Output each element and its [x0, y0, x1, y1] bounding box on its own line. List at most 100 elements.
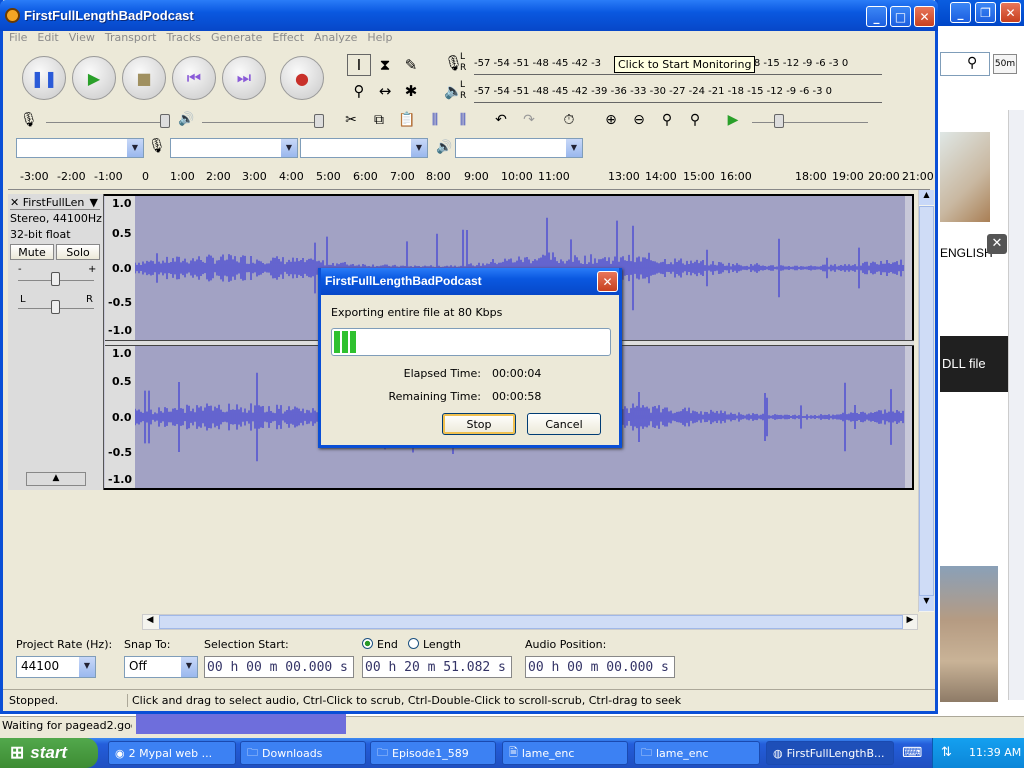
browser-minimize-button[interactable]: _: [950, 2, 971, 23]
input-volume-thumb[interactable]: [160, 114, 170, 128]
menu-tracks[interactable]: Tracks: [166, 31, 201, 44]
horizontal-scroll-thumb[interactable]: [159, 615, 903, 629]
search-icon[interactable]: ⚲: [967, 55, 977, 71]
collapse-track-button[interactable]: ▲: [26, 472, 86, 486]
chevron-down-icon[interactable]: ▼: [411, 139, 427, 157]
cancel-button[interactable]: Cancel: [527, 413, 601, 435]
envelope-tool[interactable]: ⧗: [373, 54, 397, 76]
menu-analyze[interactable]: Analyze: [314, 31, 357, 44]
close-icon[interactable]: ✕: [987, 234, 1007, 254]
minimize-button[interactable]: _: [866, 6, 887, 27]
task-lame-enc-1[interactable]: 🗎 lame_enc: [502, 741, 628, 765]
task-downloads[interactable]: 🗀 Downloads: [240, 741, 366, 765]
chevron-down-icon[interactable]: ▼: [281, 139, 297, 157]
scroll-right-icon[interactable]: ▶: [903, 615, 917, 629]
browser-close-button[interactable]: ✕: [1000, 2, 1021, 23]
keyboard-icon[interactable]: ⌨: [902, 745, 922, 761]
multi-tool[interactable]: ✱: [399, 80, 423, 102]
playback-device-select[interactable]: ▼: [455, 138, 583, 158]
host-select[interactable]: ▼: [16, 138, 144, 158]
browser-search-field[interactable]: ⚲: [940, 52, 990, 76]
skip-start-button[interactable]: ⏮: [172, 56, 216, 100]
menu-help[interactable]: Help: [367, 31, 392, 44]
network-icon[interactable]: ⇅: [941, 745, 952, 760]
menu-generate[interactable]: Generate: [211, 31, 262, 44]
track-name[interactable]: FirstFullLen: [23, 196, 85, 209]
record-channels-select[interactable]: ▼: [300, 138, 428, 158]
fit-project-button[interactable]: ⚲: [682, 108, 708, 132]
ad-image-2[interactable]: [940, 566, 998, 702]
vertical-scrollbar[interactable]: ▲ ▼: [918, 190, 934, 612]
solo-button[interactable]: Solo: [56, 244, 100, 260]
selection-end-field[interactable]: 00 h 20 m 51.082 s: [362, 656, 512, 678]
silence-button[interactable]: ⫼: [450, 108, 476, 132]
menu-edit[interactable]: Edit: [37, 31, 58, 44]
chevron-down-icon[interactable]: ▼: [79, 657, 95, 677]
record-button[interactable]: ●: [280, 56, 324, 100]
play-speed-slider[interactable]: [752, 122, 868, 123]
task-lame-enc-2[interactable]: 🗀 lame_enc: [634, 741, 760, 765]
paste-button[interactable]: 📋: [394, 108, 420, 132]
trim-button[interactable]: ⫼: [422, 108, 448, 132]
track-close-icon[interactable]: ✕: [10, 196, 19, 209]
zoom-in-button[interactable]: ⊕: [598, 108, 624, 132]
dll-file-banner[interactable]: DLL file: [940, 336, 1008, 392]
sync-lock-button[interactable]: ⏱: [556, 108, 582, 132]
start-button[interactable]: ⊞ start: [0, 738, 98, 768]
stop-button[interactable]: ■: [122, 56, 166, 100]
record-device-select[interactable]: ▼: [170, 138, 298, 158]
browser-toolbar-button[interactable]: 50m: [993, 54, 1017, 74]
undo-button[interactable]: ↶: [488, 108, 514, 132]
ad-image[interactable]: [940, 132, 990, 222]
timeline-ruler[interactable]: -3:00 -2:00 -1:00 0 1:00 2:00 3:00 4:00 5:00 6:00…: [8, 166, 934, 190]
chevron-down-icon[interactable]: ▼: [181, 657, 197, 677]
dialog-close-button[interactable]: ✕: [597, 271, 618, 292]
maximize-button[interactable]: □: [890, 6, 911, 27]
vertical-scroll-thumb[interactable]: [919, 206, 934, 596]
snap-to-select[interactable]: Off ▼: [124, 656, 198, 678]
browser-restore-button[interactable]: ❐: [975, 2, 996, 23]
scroll-down-icon[interactable]: ▼: [919, 596, 934, 611]
menu-effect[interactable]: Effect: [272, 31, 304, 44]
task-episode[interactable]: 🗀 Episode1_589: [370, 741, 496, 765]
browser-scrollbar[interactable]: [1008, 110, 1024, 700]
length-radio[interactable]: [408, 638, 419, 649]
track-menu-chevron-icon[interactable]: ▼: [90, 196, 98, 209]
chevron-down-icon[interactable]: ▼: [566, 139, 582, 157]
zoom-tool[interactable]: ⚲: [347, 80, 371, 102]
output-volume-thumb[interactable]: [314, 114, 324, 128]
zoom-out-button[interactable]: ⊖: [626, 108, 652, 132]
copy-button[interactable]: ⧉: [366, 108, 392, 132]
draw-tool[interactable]: ✎: [399, 54, 423, 76]
scroll-left-icon[interactable]: ◀: [143, 615, 157, 629]
selection-tool[interactable]: I: [347, 54, 371, 76]
output-volume-slider[interactable]: [202, 122, 322, 123]
skip-end-button[interactable]: ⏭: [222, 56, 266, 100]
pan-thumb[interactable]: [51, 300, 60, 314]
cut-button[interactable]: ✂: [338, 108, 364, 132]
task-audacity[interactable]: ◍ FirstFullLengthB...: [766, 741, 894, 765]
menu-transport[interactable]: Transport: [105, 31, 157, 44]
pause-button[interactable]: ❚❚: [22, 56, 66, 100]
fit-selection-button[interactable]: ⚲: [654, 108, 680, 132]
gain-thumb[interactable]: [51, 272, 60, 286]
stop-button[interactable]: Stop: [442, 413, 516, 435]
project-rate-select[interactable]: 44100 ▼: [16, 656, 96, 678]
play-at-speed-button[interactable]: ▶: [720, 108, 746, 132]
menu-file[interactable]: File: [9, 31, 27, 44]
end-radio[interactable]: [362, 638, 373, 649]
mute-button[interactable]: Mute: [10, 244, 54, 260]
horizontal-scrollbar[interactable]: ◀ ▶: [142, 614, 918, 630]
audio-position-field[interactable]: 00 h 00 m 00.000 s: [525, 656, 675, 678]
task-mypal[interactable]: ◉ 2 Mypal web ...: [108, 741, 236, 765]
language-selector[interactable]: ENGLISH: [940, 246, 993, 260]
menu-view[interactable]: View: [69, 31, 95, 44]
timeshift-tool[interactable]: ↔: [373, 80, 397, 102]
close-button[interactable]: ✕: [914, 6, 935, 27]
chevron-down-icon[interactable]: ▼: [127, 139, 143, 157]
track-header[interactable]: ✕ FirstFullLen ▼: [10, 196, 100, 210]
scroll-up-icon[interactable]: ▲: [919, 190, 934, 205]
selection-start-field[interactable]: 00 h 00 m 00.000 s: [204, 656, 354, 678]
play-button[interactable]: ▶: [72, 56, 116, 100]
input-volume-slider[interactable]: [46, 122, 166, 123]
